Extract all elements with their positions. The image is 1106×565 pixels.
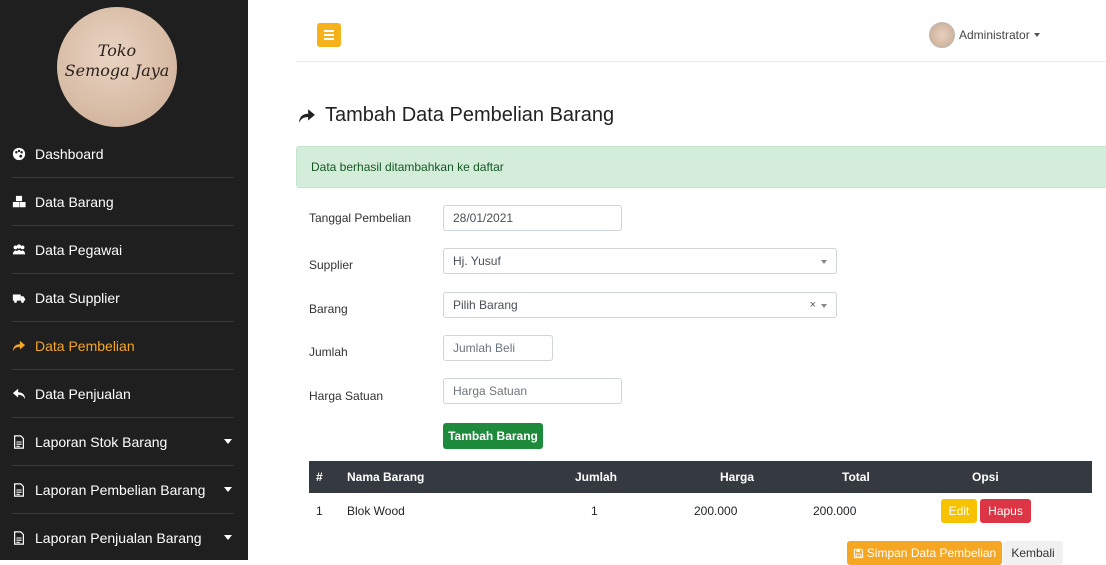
sidebar-item-dashboard[interactable]: Dashboard [12, 130, 234, 178]
sidebar-item-data-barang[interactable]: Data Barang [12, 178, 234, 226]
sidebar-item-laporan-pembelian[interactable]: Laporan Pembelian Barang [12, 466, 234, 514]
cell-total: 200.000 [813, 504, 857, 518]
sidebar-item-data-pembelian[interactable]: Data Pembelian [12, 322, 234, 370]
sidebar-item-data-pegawai[interactable]: Data Pegawai [12, 226, 234, 274]
share-icon [12, 339, 26, 353]
page-title-text: Tambah Data Pembelian Barang [325, 104, 615, 126]
table-header: # Nama Barang Jumlah Harga Total Opsi [309, 461, 1092, 493]
cubes-icon [12, 195, 26, 209]
col-nama: Nama Barang [347, 470, 425, 484]
col-total: Total [842, 470, 870, 484]
file-icon [12, 434, 26, 449]
palette-icon [12, 147, 26, 161]
supplier-value: Hj. Yusuf [453, 254, 501, 268]
simpan-button[interactable]: Simpan Data Pembelian [847, 541, 1002, 565]
barang-label: Barang [309, 302, 348, 316]
tanggal-label: Tanggal Pembelian [309, 211, 412, 225]
file-icon [12, 531, 26, 545]
sidebar: Toko Semoga Jaya Dashboard Data Barang D… [0, 0, 248, 560]
sidebar-item-label: Laporan Penjualan Barang [35, 530, 202, 546]
simpan-label: Simpan Data Pembelian [866, 546, 997, 560]
save-icon [853, 548, 863, 558]
sidebar-item-label: Laporan Stok Barang [35, 433, 168, 450]
hamburger-menu-button[interactable] [317, 23, 341, 47]
sidebar-item-laporan-stok[interactable]: Laporan Stok Barang [12, 418, 234, 466]
sidebar-item-label: Dashboard [35, 145, 104, 162]
edit-button[interactable]: Edit [941, 499, 977, 523]
logo-text: Toko Semoga Jaya [57, 41, 177, 81]
page-title: Tambah Data Pembelian Barang [298, 104, 614, 127]
sidebar-item-label: Data Supplier [35, 289, 120, 306]
topbar: Administrator [296, 12, 1106, 62]
cell-nama: Blok Wood [347, 504, 405, 518]
store-logo[interactable]: Toko Semoga Jaya [57, 7, 177, 127]
share-icon [299, 108, 315, 123]
barang-value: Pilih Barang [453, 298, 518, 312]
col-opsi: Opsi [972, 470, 999, 484]
file-icon [12, 482, 26, 497]
supplier-select[interactable]: Hj. Yusuf [443, 248, 837, 274]
user-name: Administrator [959, 28, 1030, 42]
cell-jumlah: 1 [591, 504, 598, 518]
sidebar-item-laporan-penjualan[interactable]: Laporan Penjualan Barang [12, 514, 234, 562]
alert-message: Data berhasil ditambahkan ke daftar [311, 160, 504, 174]
users-icon [12, 243, 26, 257]
col-jumlah: Jumlah [575, 470, 618, 484]
user-menu[interactable]: Administrator [929, 22, 1040, 48]
chevron-down-icon[interactable] [224, 535, 232, 540]
chevron-down-icon [821, 260, 827, 264]
clear-icon[interactable]: × [810, 299, 816, 311]
items-table: # Nama Barang Jumlah Harga Total Opsi 1 … [309, 461, 1092, 529]
sidebar-item-data-supplier[interactable]: Data Supplier [12, 274, 234, 322]
jumlah-input[interactable] [443, 335, 553, 361]
tanggal-value: 28/01/2021 [453, 211, 514, 225]
chevron-down-icon[interactable] [224, 439, 232, 444]
tambah-barang-button[interactable]: Tambah Barang [443, 423, 543, 449]
hapus-button[interactable]: Hapus [980, 499, 1031, 523]
table-row: 1 Blok Wood 1 200.000 200.000 Edit Hapus [309, 493, 1092, 529]
caret-down-icon [1033, 33, 1040, 37]
sidebar-nav: Dashboard Data Barang Data Pegawai Data … [12, 130, 234, 562]
success-alert: Data berhasil ditambahkan ke daftar [296, 146, 1106, 188]
col-no: # [316, 470, 323, 484]
sidebar-item-label: Data Penjualan [35, 385, 131, 402]
col-harga: Harga [720, 470, 755, 484]
chevron-down-icon[interactable] [224, 487, 232, 492]
sidebar-item-label: Data Pembelian [35, 337, 135, 354]
cell-no: 1 [316, 504, 323, 518]
supplier-label: Supplier [309, 258, 354, 272]
logo-line-1: Toko [97, 41, 137, 60]
tanggal-input[interactable]: 28/01/2021 [443, 205, 622, 231]
reply-icon [12, 387, 26, 401]
jumlah-label: Jumlah [309, 345, 348, 359]
logo-line-2: Semoga Jaya [64, 61, 170, 80]
truck-icon [12, 291, 26, 305]
sidebar-item-data-penjualan[interactable]: Data Penjualan [12, 370, 234, 418]
avatar [929, 22, 955, 48]
sidebar-item-label: Laporan Pembelian Barang [35, 481, 206, 498]
harga-input[interactable] [443, 378, 622, 404]
harga-label: Harga Satuan [309, 389, 384, 403]
barang-select[interactable]: Pilih Barang × [443, 292, 837, 318]
kembali-button[interactable]: Kembali [1003, 541, 1063, 565]
cell-harga: 200.000 [694, 504, 738, 518]
sidebar-item-label: Data Barang [35, 193, 114, 210]
chevron-down-icon [821, 304, 827, 308]
sidebar-item-label: Data Pegawai [35, 241, 123, 258]
